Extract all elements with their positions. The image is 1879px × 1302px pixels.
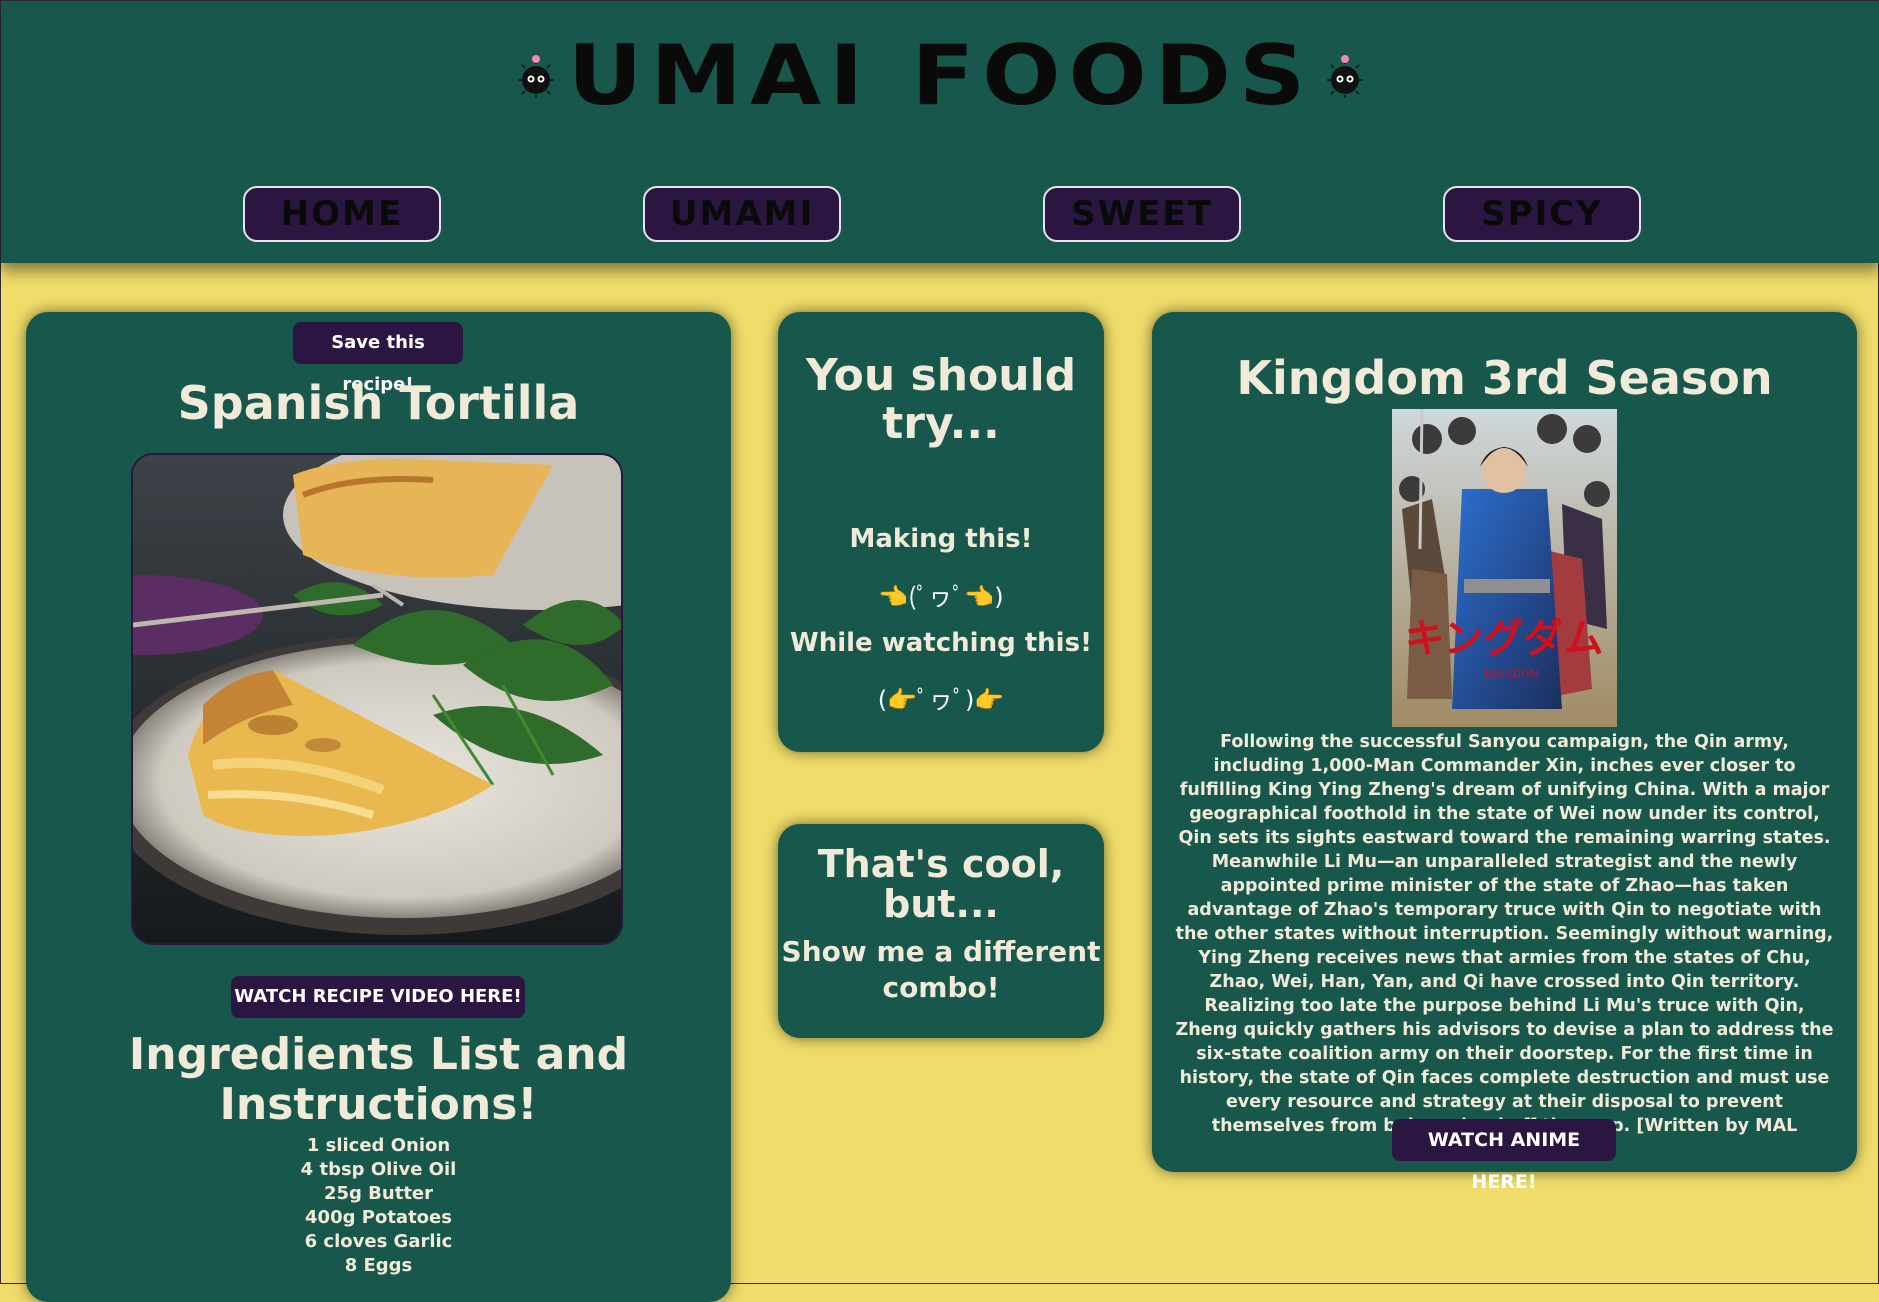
nav-spicy-button[interactable]: SPICY xyxy=(1443,186,1641,242)
ingredient-item: 4 tbsp Olive Oil xyxy=(300,1159,457,1180)
save-recipe-button[interactable]: Save this recipe! xyxy=(293,322,463,395)
ingredient-item: 8 Eggs xyxy=(344,1255,413,1276)
nav-home-button[interactable]: HOME xyxy=(243,186,441,242)
anime-title: Kingdom 3rd Season xyxy=(1236,351,1773,405)
shuffle-title: That's cool, but... xyxy=(817,842,1065,926)
poster-subtitle-text: KINGDOM xyxy=(1485,669,1540,680)
ingredient-item: 25g Butter xyxy=(323,1183,434,1204)
recipe-image xyxy=(131,453,623,945)
making-this-label: Making this! xyxy=(849,524,1033,554)
site-header: UMAI FOODS HOME UMAMI SWEET SPICY xyxy=(1,1,1879,263)
kaomoji-right: (👉ﾟヮﾟ)👉 xyxy=(877,686,1005,714)
recipe-title: Spanish Tortilla xyxy=(177,376,580,430)
anime-poster: キングダム KINGDOM xyxy=(1392,409,1617,727)
ingredients-title: Ingredients List and Instructions! xyxy=(128,1029,629,1130)
nav-sweet-button[interactable]: SWEET xyxy=(1043,186,1241,242)
nav-umami-button[interactable]: UMAMI xyxy=(643,186,841,242)
ingredient-item: 6 cloves Garlic xyxy=(304,1231,453,1252)
recipe-card: Save this recipe! Spanish Tortilla WATCH… xyxy=(26,312,731,1302)
different-combo-link[interactable]: Show me a different combo! xyxy=(778,934,1104,1006)
watching-this-label: While watching this! xyxy=(790,628,1092,658)
soot-sprite-icon xyxy=(517,55,554,98)
site-title: UMAI FOODS xyxy=(567,27,1314,124)
suggestion-card: You should try... Making this! 👈(ﾟヮﾟ👈) W… xyxy=(778,312,1104,752)
shuffle-card: That's cool, but... Show me a different … xyxy=(778,824,1104,1038)
ingredient-item: 400g Potatoes xyxy=(305,1207,452,1228)
main-nav: HOME UMAMI SWEET SPICY xyxy=(1,186,1879,244)
ingredient-item: 1 sliced Onion xyxy=(306,1135,451,1156)
soot-sprite-icon xyxy=(1327,55,1364,98)
poster-title-text: キングダム xyxy=(1405,616,1604,662)
brand: UMAI FOODS xyxy=(1,31,1879,121)
kaomoji-left: 👈(ﾟヮﾟ👈) xyxy=(878,583,1004,611)
ingredients-list: 1 sliced Onion 4 tbsp Olive Oil 25g Butt… xyxy=(26,1134,731,1278)
suggestion-title: You should try... xyxy=(805,350,1077,449)
watch-recipe-video-button[interactable]: WATCH RECIPE VIDEO HERE! xyxy=(231,976,525,1018)
watch-anime-button[interactable]: WATCH ANIME HERE! xyxy=(1392,1119,1616,1193)
anime-card: Kingdom 3rd Season キングダム KINGDOM Followi… xyxy=(1152,312,1857,1193)
anime-synopsis: Following the successful Sanyou campaign… xyxy=(1175,732,1834,1160)
